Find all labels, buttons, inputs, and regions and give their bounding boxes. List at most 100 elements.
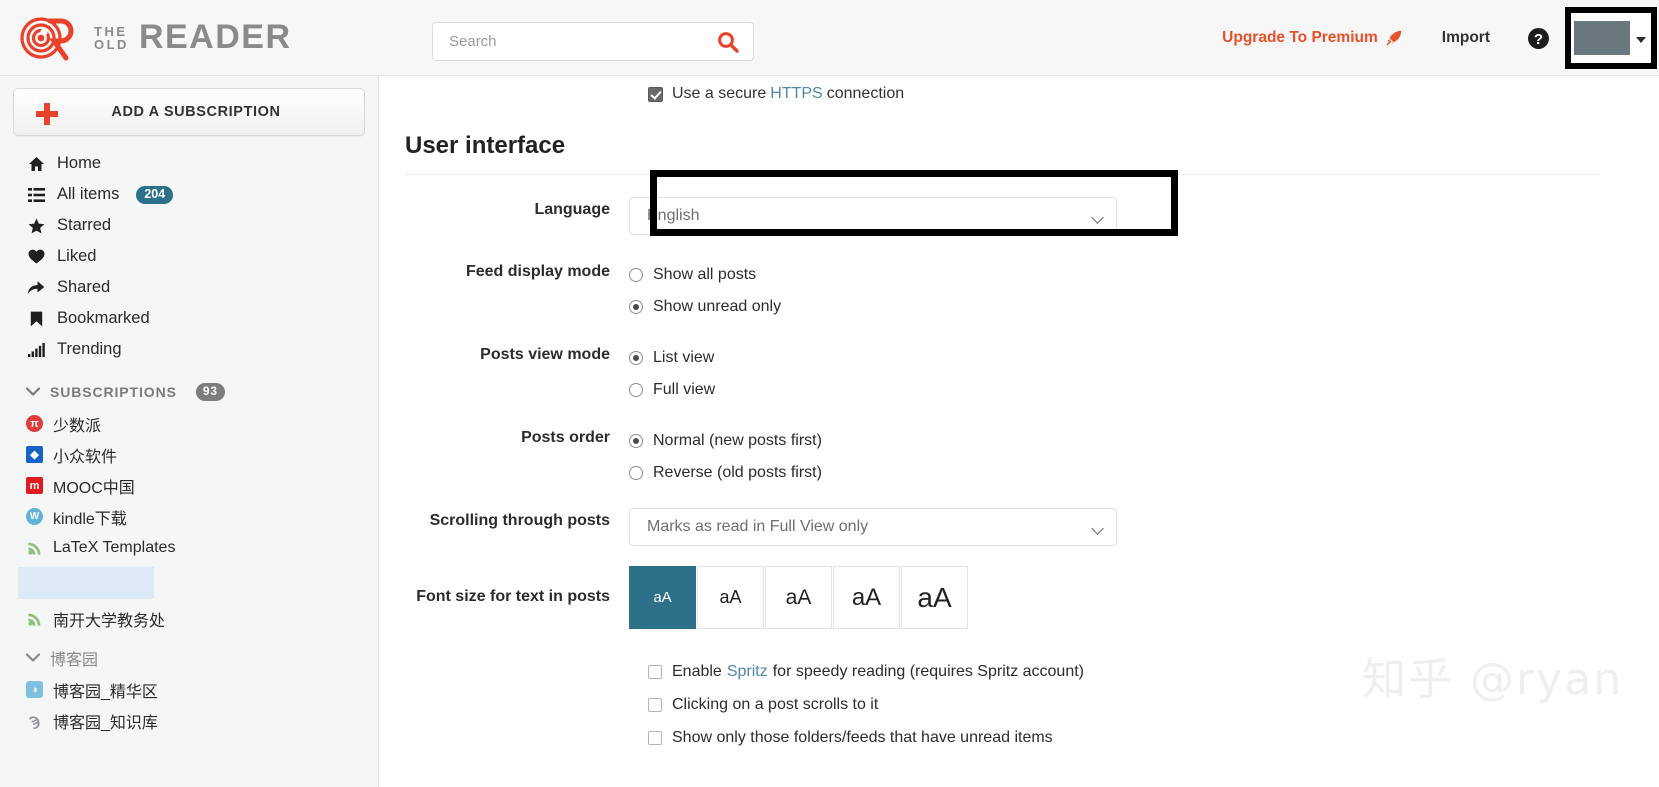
logo-the: THE [94, 25, 129, 38]
https-checkbox-row[interactable]: Use a secure HTTPS connection [648, 85, 1659, 103]
subscriptions-count-badge: 93 [196, 383, 225, 401]
feed-label: LaTeX Templates [53, 539, 175, 557]
share-arrow-icon [26, 280, 46, 295]
checkbox-show-unread-folders[interactable]: Show only those folders/feeds that have … [648, 721, 1659, 754]
feed-label: 博客园_知识库 [53, 709, 158, 733]
language-select[interactable]: English [629, 197, 1117, 235]
subscriptions-section-header[interactable]: SUBSCRIPTIONS 93 [0, 375, 378, 408]
list-item[interactable]: m MOOC中国 [0, 470, 378, 501]
radio-button[interactable] [629, 434, 643, 448]
checkbox-label: Show only those folders/feeds that have … [672, 729, 1053, 747]
posts-view-mode-row: Posts view mode List view Full view [380, 342, 1659, 406]
list-item[interactable]: LaTeX Templates [0, 532, 378, 563]
mooc-favicon: m [26, 477, 43, 494]
list-item[interactable]: ◆ 小众软件 [0, 439, 378, 470]
add-subscription-button[interactable]: ADD A SUBSCRIPTION [13, 88, 365, 136]
feed-display-mode-label: Feed display mode [380, 259, 629, 323]
feed-label: 博客园_精华区 [53, 678, 158, 702]
radio-button[interactable] [629, 383, 643, 397]
list-item[interactable]: π 少数派 [0, 408, 378, 439]
list-item[interactable]: W kindle下载 [0, 501, 378, 532]
https-checkbox[interactable] [648, 87, 663, 102]
plus-icon [34, 101, 60, 127]
list-item[interactable]: 南开大学教务处 [0, 603, 378, 634]
list-item-redacted[interactable] [0, 563, 378, 603]
https-link[interactable]: HTTPS [770, 85, 822, 103]
upgrade-to-premium-link[interactable]: Upgrade To Premium [1222, 29, 1402, 47]
feed-display-mode-row: Feed display mode Show all posts Show un… [380, 259, 1659, 323]
radio-label: List view [653, 349, 714, 367]
watermark: 知乎 @ryan [1362, 643, 1623, 707]
search-box[interactable] [432, 22, 754, 61]
font-size-option-4[interactable]: aA [833, 566, 900, 629]
search-input[interactable] [447, 26, 697, 58]
sidebar-item-home[interactable]: Home [0, 148, 378, 179]
radio-button[interactable] [629, 300, 643, 314]
search-icon[interactable] [717, 31, 739, 53]
font-size-option-1[interactable]: aA [629, 566, 696, 629]
logo-reader: READER [139, 18, 292, 57]
radio-button[interactable] [629, 466, 643, 480]
star-icon [26, 218, 46, 234]
radio-button[interactable] [629, 351, 643, 365]
rss-favicon [26, 610, 43, 627]
header-actions: Upgrade To Premium Import ? [1222, 0, 1659, 76]
radio-list-view[interactable]: List view [629, 342, 1659, 374]
radio-label: Full view [653, 381, 715, 399]
font-size-label: Font size for text in posts [380, 566, 629, 629]
add-subscription-label: ADD A SUBSCRIPTION [14, 104, 364, 120]
appinn-favicon: ◆ [26, 446, 43, 463]
checkbox[interactable] [648, 731, 662, 745]
chevron-down-icon[interactable] [1636, 37, 1646, 43]
avatar[interactable] [1574, 21, 1630, 55]
folder-label: 博客园 [50, 646, 98, 670]
sidebar-item-starred[interactable]: Starred [0, 210, 378, 241]
upgrade-label: Upgrade To Premium [1222, 29, 1378, 47]
scrolling-label: Scrolling through posts [380, 508, 629, 546]
radio-full-view[interactable]: Full view [629, 374, 1659, 406]
heart-icon [26, 249, 46, 264]
chevron-down-icon [1091, 522, 1104, 535]
import-link[interactable]: Import [1442, 29, 1490, 47]
sidebar-item-bookmarked[interactable]: Bookmarked [0, 303, 378, 334]
sidebar-item-label: Home [57, 154, 101, 173]
account-menu-highlight[interactable] [1565, 7, 1657, 69]
radio-order-reverse[interactable]: Reverse (old posts first) [629, 457, 1659, 489]
language-label: Language [380, 197, 629, 235]
subscriptions-list: π 少数派 ◆ 小众软件 m MOOC中国 W kindle下载 LaTeX T… [0, 408, 378, 634]
font-size-row: Font size for text in posts aA aA aA aA … [380, 566, 1659, 629]
radio-show-all-posts[interactable]: Show all posts [629, 259, 1659, 291]
list-item[interactable]: ◑ 博客园_精华区 [0, 674, 378, 705]
sidebar-item-shared[interactable]: Shared [0, 272, 378, 303]
feed-label: 小众软件 [53, 443, 117, 467]
scrolling-value: Marks as read in Full View only [647, 518, 868, 536]
sidebar-item-trending[interactable]: Trending [0, 334, 378, 365]
checkbox[interactable] [648, 665, 662, 679]
font-size-option-3[interactable]: aA [765, 566, 832, 629]
bar-chart-icon [26, 343, 46, 357]
spritz-link[interactable]: Spritz [727, 663, 768, 681]
checkbox-label-prefix: Enable [672, 663, 722, 681]
font-size-option-2[interactable]: aA [697, 566, 764, 629]
folder-header-blog[interactable]: 博客园 [0, 641, 378, 674]
radio-show-unread-only[interactable]: Show unread only [629, 291, 1659, 323]
folder-feeds: ◑ 博客园_精华区 Ϡ 博客园_知识库 [0, 674, 378, 736]
question-circle-icon[interactable]: ? [1526, 26, 1551, 51]
https-prefix: Use a secure [672, 85, 766, 103]
feed-label: 少数派 [53, 412, 101, 436]
logo[interactable]: THE OLD READER [20, 14, 292, 62]
list-item[interactable]: Ϡ 博客园_知识库 [0, 705, 378, 736]
feed-label: MOOC中国 [53, 474, 135, 498]
svg-text:?: ? [1534, 31, 1543, 48]
checkbox-label: Clicking on a post scrolls to it [672, 696, 878, 714]
sidebar-item-liked[interactable]: Liked [0, 241, 378, 272]
checkbox[interactable] [648, 698, 662, 712]
radio-order-normal[interactable]: Normal (new posts first) [629, 425, 1659, 457]
sidebar-item-all-items[interactable]: All items 204 [0, 179, 378, 210]
radio-label: Normal (new posts first) [653, 432, 822, 450]
scrolling-select[interactable]: Marks as read in Full View only [629, 508, 1117, 546]
font-size-option-5[interactable]: aA [901, 566, 968, 629]
radio-button[interactable] [629, 268, 643, 282]
https-suffix: connection [827, 85, 904, 103]
posts-order-row: Posts order Normal (new posts first) Rev… [380, 425, 1659, 489]
